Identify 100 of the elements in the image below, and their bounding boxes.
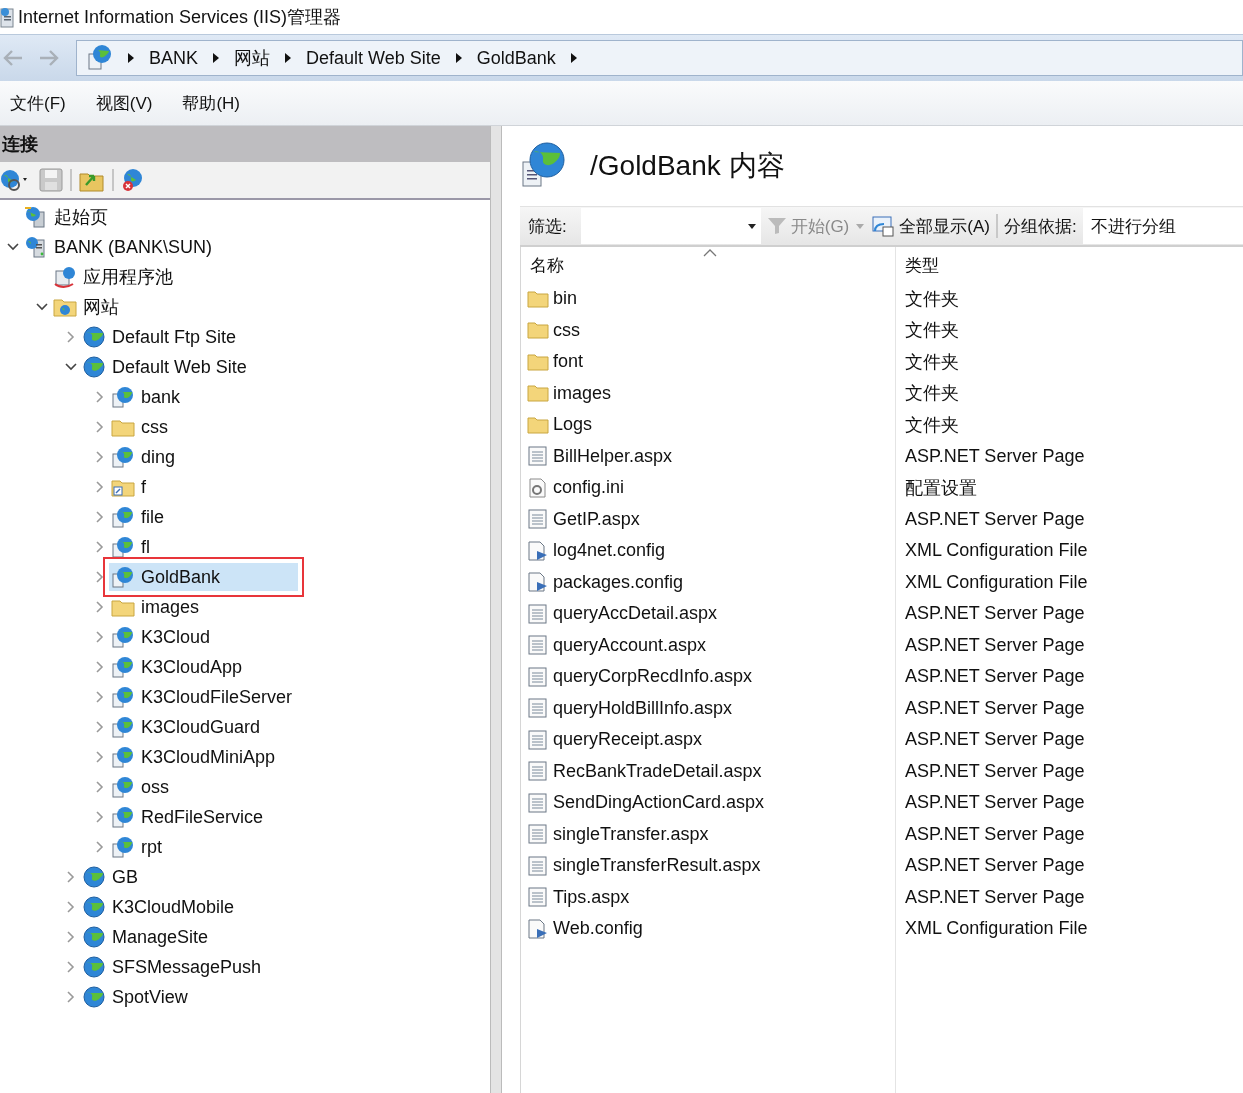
chevron-icon[interactable] xyxy=(127,52,135,64)
document-icon xyxy=(527,824,549,845)
page-title: /GoldBank 内容 xyxy=(590,149,785,183)
file-type-cell-text: ASP.NET Server Page xyxy=(904,854,1086,878)
window-icon xyxy=(871,215,896,237)
tree-item[interactable]: BANK (BANK\SUN) xyxy=(22,233,219,261)
globe-document-icon xyxy=(111,746,135,768)
globe-document-icon xyxy=(111,566,135,588)
document-icon xyxy=(527,603,549,624)
breadcrumb-item[interactable]: Default Web Site xyxy=(306,47,441,69)
file-type-cell-text: 文件夹 xyxy=(904,413,960,437)
file-type-cell-text: 文件夹 xyxy=(904,350,960,374)
chevron-icon[interactable] xyxy=(569,52,578,64)
column-header[interactable]: 名称 xyxy=(521,247,895,283)
tree-item[interactable]: SpotView xyxy=(80,983,194,1011)
tree-item[interactable]: K3CloudFileServer xyxy=(109,683,299,711)
column-header[interactable]: 类型 xyxy=(896,247,1088,283)
breadcrumb-item[interactable]: GoldBank xyxy=(476,47,556,69)
address-bar[interactable]: BANK 网站 Default Web Site GoldBank xyxy=(76,40,1243,76)
tree-item[interactable]: Default Web Site xyxy=(80,353,253,381)
server-icon xyxy=(24,236,48,258)
globe-server-icon xyxy=(24,206,48,228)
tree-item[interactable]: 起始页 xyxy=(22,203,114,231)
file-type-cell-text: ASP.NET Server Page xyxy=(904,602,1086,626)
globe-document-icon xyxy=(111,836,135,858)
document-icon xyxy=(527,635,549,656)
file-name-cell[interactable]: RecBankTradeDetail.aspx xyxy=(521,755,895,787)
tree-item[interactable]: 应用程序池 xyxy=(51,263,179,291)
tree-item[interactable]: oss xyxy=(109,773,175,801)
file-type-cell-text: 文件夹 xyxy=(904,382,960,406)
tree-item[interactable]: GB xyxy=(80,863,144,891)
globe-document-icon xyxy=(111,686,135,708)
file-type-cell-text: ASP.NET Server Page xyxy=(904,444,1086,468)
tree-item[interactable]: images xyxy=(109,593,206,621)
menu-item[interactable]: 视图(V) xyxy=(95,91,153,115)
file-name-cell[interactable]: bin xyxy=(521,283,895,315)
tree-item[interactable]: rpt xyxy=(109,833,168,861)
file-name-cell[interactable]: queryReceipt.aspx xyxy=(521,724,895,756)
tree-item[interactable]: ManageSite xyxy=(80,923,215,951)
tree-item[interactable]: css xyxy=(109,413,174,441)
chevron-icon[interactable] xyxy=(212,52,221,64)
document-icon xyxy=(527,887,549,908)
dropdown-arrow-icon[interactable] xyxy=(746,222,757,230)
file-type-cell-text: ASP.NET Server Page xyxy=(904,791,1086,815)
file-name-cell[interactable]: singleTransfer.aspx xyxy=(521,818,895,850)
globe-icon xyxy=(82,986,106,1008)
file-name-cell[interactable]: GetIP.aspx xyxy=(521,503,895,535)
globe-icon xyxy=(87,44,113,72)
file-name-cell[interactable]: font xyxy=(521,346,895,378)
file-name-cell[interactable]: BillHelper.aspx xyxy=(521,440,895,472)
tree-item[interactable]: file xyxy=(109,503,170,531)
file-name-cell[interactable]: Tips.aspx xyxy=(521,881,895,913)
show-all-button[interactable]: 全部显示(A) xyxy=(871,214,990,238)
file-name-cell[interactable]: css xyxy=(521,314,895,346)
globe-icon xyxy=(82,356,106,378)
file-name-cell[interactable]: SendDingActionCard.aspx xyxy=(521,787,895,819)
globe-document-icon xyxy=(111,806,135,828)
file-name-cell[interactable]: queryCorpRecdInfo.aspx xyxy=(521,661,895,693)
globe-document-icon xyxy=(111,386,135,408)
group-by-dropdown[interactable]: 不进行分组 xyxy=(1082,208,1243,244)
tree-item[interactable]: K3CloudGuard xyxy=(109,713,267,741)
file-name-cell[interactable]: images xyxy=(521,377,895,409)
file-name-cell[interactable]: queryAccDetail.aspx xyxy=(521,598,895,630)
globe-document-icon xyxy=(111,716,135,738)
menu-item[interactable]: 帮助(H) xyxy=(182,91,240,115)
group-by-label: 分组依据: xyxy=(1003,215,1077,238)
file-name-cell[interactable]: queryAccount.aspx xyxy=(521,629,895,661)
tree-item[interactable]: bank xyxy=(109,383,187,411)
file-name-cell[interactable]: Logs xyxy=(521,409,895,441)
document-icon xyxy=(527,446,549,467)
breadcrumb-item[interactable]: BANK xyxy=(149,47,199,69)
tree-item[interactable]: K3CloudMobile xyxy=(80,893,241,921)
tree-item[interactable]: K3CloudMiniApp xyxy=(109,743,282,771)
globe-document-icon xyxy=(111,536,135,558)
chevron-icon[interactable] xyxy=(454,52,463,64)
globe-document-icon xyxy=(111,446,135,468)
folder-icon xyxy=(527,351,549,372)
menu-item[interactable]: 文件(F) xyxy=(10,91,66,115)
tree-item[interactable]: 网站 xyxy=(51,293,125,321)
tree-item[interactable]: ding xyxy=(109,443,182,471)
tree-item[interactable]: Default Ftp Site xyxy=(80,323,243,351)
filter-field[interactable] xyxy=(580,208,761,244)
file-name-cell[interactable]: Web.config xyxy=(521,913,895,945)
tree-item[interactable]: K3CloudApp xyxy=(109,653,249,681)
tree-item[interactable]: SFSMessagePush xyxy=(80,953,268,981)
document-icon xyxy=(527,855,549,876)
tree-item[interactable]: f xyxy=(109,473,152,501)
file-name-cell[interactable]: log4net.config xyxy=(521,535,895,567)
tree-item[interactable]: K3Cloud xyxy=(109,623,217,651)
chevron-icon[interactable] xyxy=(284,52,293,64)
file-name-cell[interactable]: packages.config xyxy=(521,566,895,598)
file-name-cell[interactable]: queryHoldBillInfo.aspx xyxy=(521,692,895,724)
document-icon xyxy=(527,761,549,782)
breadcrumb-item[interactable]: 网站 xyxy=(234,46,271,70)
funnel-icon xyxy=(766,217,787,235)
tree-item[interactable]: RedFileService xyxy=(109,803,270,831)
tree-item[interactable]: fl xyxy=(109,533,156,561)
file-name-cell[interactable]: singleTransferResult.aspx xyxy=(521,850,895,882)
file-name-cell[interactable]: config.ini xyxy=(521,472,895,504)
globe-icon xyxy=(82,926,106,948)
